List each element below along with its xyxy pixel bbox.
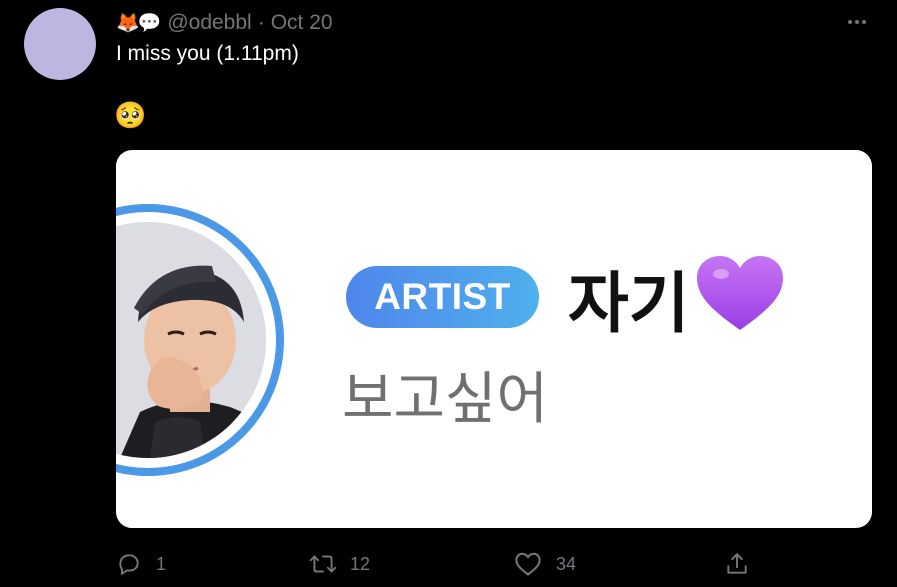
reply-count: 1 (156, 553, 167, 574)
more-dot (862, 20, 866, 24)
more-dot (855, 20, 859, 24)
retweet-count: 12 (350, 553, 371, 574)
avatar[interactable] (24, 8, 96, 80)
tweet-text: I miss you (1.11pm) (116, 42, 299, 65)
share-button[interactable] (724, 546, 750, 582)
profile-photo-illustration (116, 222, 266, 458)
tweet-date[interactable]: Oct 20 (271, 11, 333, 35)
nickname-row: 자기 (568, 254, 785, 351)
share-icon (724, 551, 750, 577)
reply-icon (116, 551, 142, 577)
like-count: 34 (556, 553, 577, 574)
retweet-button[interactable]: 12 (308, 546, 370, 582)
like-button[interactable]: 34 (514, 546, 576, 582)
more-options-icon[interactable] (845, 12, 869, 32)
profile-picture-ring (116, 204, 284, 476)
tweet-header: 🦊💬 @odebbl · Oct 20 (116, 10, 333, 36)
more-dot (848, 20, 852, 24)
nickname-text: 자기 (568, 265, 690, 340)
reply-button[interactable]: 1 (116, 546, 166, 582)
artist-badge: ARTIST (346, 266, 539, 328)
heart-icon (514, 551, 542, 577)
tweet-emoji: 🥺 (114, 100, 147, 130)
profile-picture-border (116, 212, 276, 468)
tweet: 🦊💬 @odebbl · Oct 20 I miss you (1.11pm) … (0, 0, 897, 587)
profile-picture (116, 222, 266, 458)
media-image[interactable]: ARTIST 자기 보고싶어 (116, 150, 872, 528)
retweet-icon (308, 551, 338, 577)
user-handle[interactable]: @odebbl (167, 11, 251, 35)
tweet-actions: 1 12 34 (0, 546, 897, 582)
status-message: 보고싶어 (342, 367, 549, 430)
header-separator: · (257, 11, 265, 34)
purple-heart-icon (695, 254, 785, 351)
display-name-emojis[interactable]: 🦊💬 (116, 11, 161, 35)
